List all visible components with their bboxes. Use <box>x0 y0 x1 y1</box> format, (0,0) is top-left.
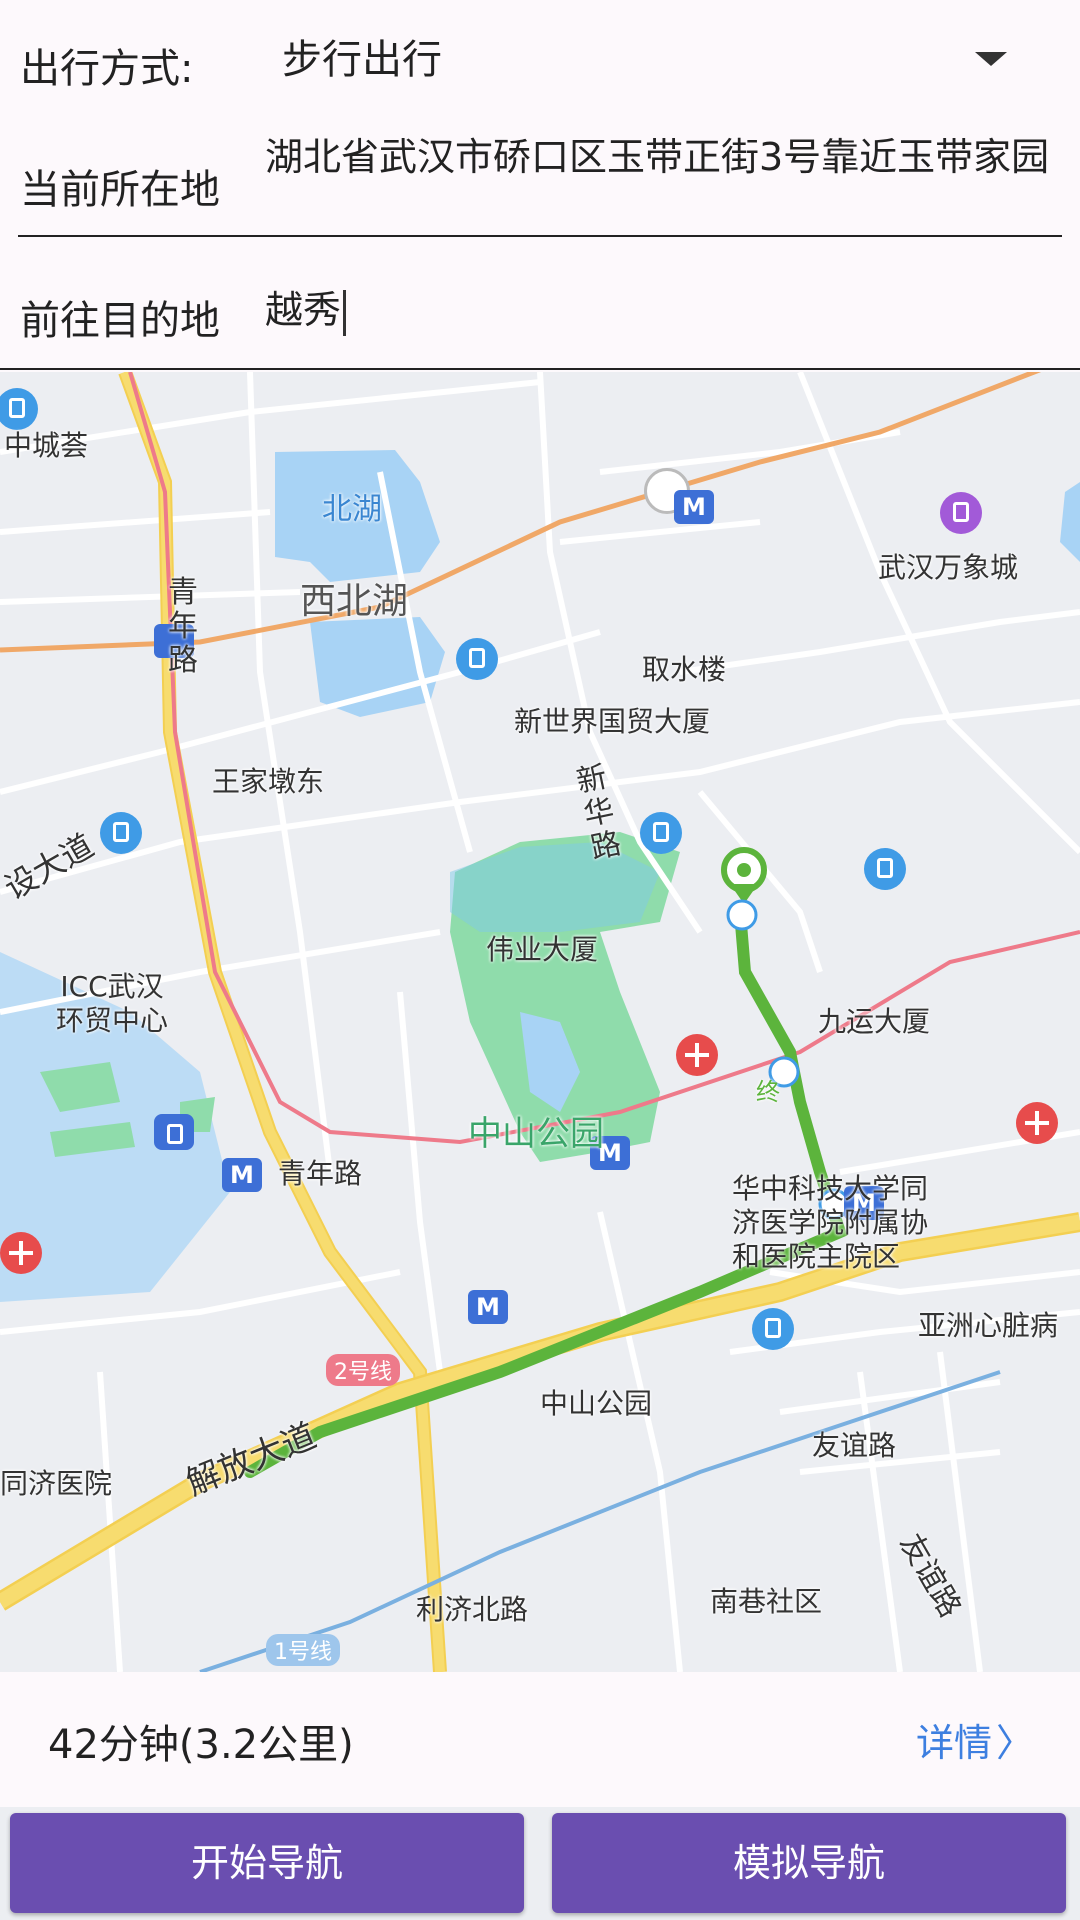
map-label: 武汉万象城 <box>878 551 1019 584</box>
current-location-label: 当前所在地 <box>20 167 220 213</box>
travel-mode-select[interactable]: 步行出行 <box>282 38 442 82</box>
metro-station-icon[interactable]: M <box>222 1158 262 1192</box>
text-cursor <box>343 289 347 336</box>
divider <box>18 235 1062 237</box>
building-icon[interactable] <box>456 638 498 680</box>
route-summary: 42分钟(3.2公里) <box>48 1722 354 1768</box>
map-label: 青年路 <box>278 1157 363 1190</box>
map-label: 新世界国贸大厦 <box>514 705 711 738</box>
map-label: 亚洲心脏病 <box>918 1309 1059 1342</box>
details-link[interactable]: 详情〉 <box>916 1712 1034 1767</box>
destination-marker-label: 终 <box>756 1078 780 1106</box>
road-label: 青年路 <box>168 575 198 678</box>
map-label: 取水楼 <box>642 653 727 686</box>
map-label: 华中科技大学同 济医学院附属协 和医院主院区 <box>732 1172 929 1273</box>
destination-row: 前往目的地 越秀 <box>0 240 1080 370</box>
map-label: 王家墩东 <box>212 765 325 798</box>
current-location-row: 当前所在地 湖北省武汉市硚口区玉带正街3号靠近玉带家园 <box>0 115 1080 235</box>
map-view[interactable]: M M M M M 中城荟 北湖 西北湖 武汉万象城 取水楼 新世界国贸大厦 王… <box>0 372 1080 1672</box>
map-label: 北湖 <box>322 492 382 527</box>
metro-station-icon[interactable]: M <box>468 1290 508 1324</box>
details-label: 详情 <box>915 1721 992 1765</box>
map-label: 伟业大厦 <box>486 933 599 966</box>
travel-mode-row[interactable]: 出行方式: 步行出行 <box>0 0 1080 115</box>
interchange-icon[interactable] <box>154 1114 194 1150</box>
map-label: 九运大厦 <box>818 1005 931 1038</box>
current-location-field[interactable]: 湖北省武汉市硚口区玉带正街3号靠近玉带家园 <box>265 135 1065 179</box>
building-icon[interactable] <box>752 1308 794 1350</box>
building-icon[interactable] <box>640 812 682 854</box>
hospital-icon[interactable] <box>676 1034 718 1076</box>
map-label: 中山公园 <box>468 1114 604 1154</box>
map-label: ICC武汉 环贸中心 <box>56 970 169 1037</box>
destination-label: 前往目的地 <box>20 298 220 344</box>
simulate-navigation-button[interactable]: 模拟导航 <box>552 1813 1066 1913</box>
map-label: 同济医院 <box>0 1467 113 1500</box>
route-summary-panel: 42分钟(3.2公里) 详情〉 <box>0 1672 1080 1807</box>
action-bar: 开始导航 模拟导航 <box>0 1807 1080 1920</box>
chevron-down-icon[interactable] <box>975 52 1007 66</box>
chevron-right-icon: 〉 <box>995 1721 1034 1765</box>
map-label: 中山公园 <box>540 1387 653 1420</box>
hospital-icon[interactable] <box>1016 1102 1058 1144</box>
building-icon[interactable] <box>100 812 142 854</box>
map-label: 南巷社区 <box>710 1585 823 1618</box>
shopping-icon[interactable] <box>940 492 982 534</box>
map-label: 西北湖 <box>300 581 409 622</box>
subway-line-badge: 1号线 <box>266 1634 340 1666</box>
destination-value: 越秀 <box>265 288 342 332</box>
hospital-icon[interactable] <box>0 1232 42 1274</box>
subway-line-badge: 2号线 <box>326 1354 400 1386</box>
start-navigation-button[interactable]: 开始导航 <box>10 1813 524 1913</box>
map-label: 友谊路 <box>812 1429 897 1462</box>
destination-input[interactable]: 越秀 <box>265 288 347 336</box>
route-form: 出行方式: 步行出行 当前所在地 湖北省武汉市硚口区玉带正街3号靠近玉带家园 前… <box>0 0 1080 372</box>
map-label: 中城荟 <box>4 429 89 462</box>
map-label: 利济北路 <box>416 1593 529 1626</box>
travel-mode-label: 出行方式: <box>20 46 194 92</box>
building-icon[interactable] <box>864 848 906 890</box>
divider <box>0 368 1080 370</box>
metro-station-icon[interactable]: M <box>674 490 714 524</box>
